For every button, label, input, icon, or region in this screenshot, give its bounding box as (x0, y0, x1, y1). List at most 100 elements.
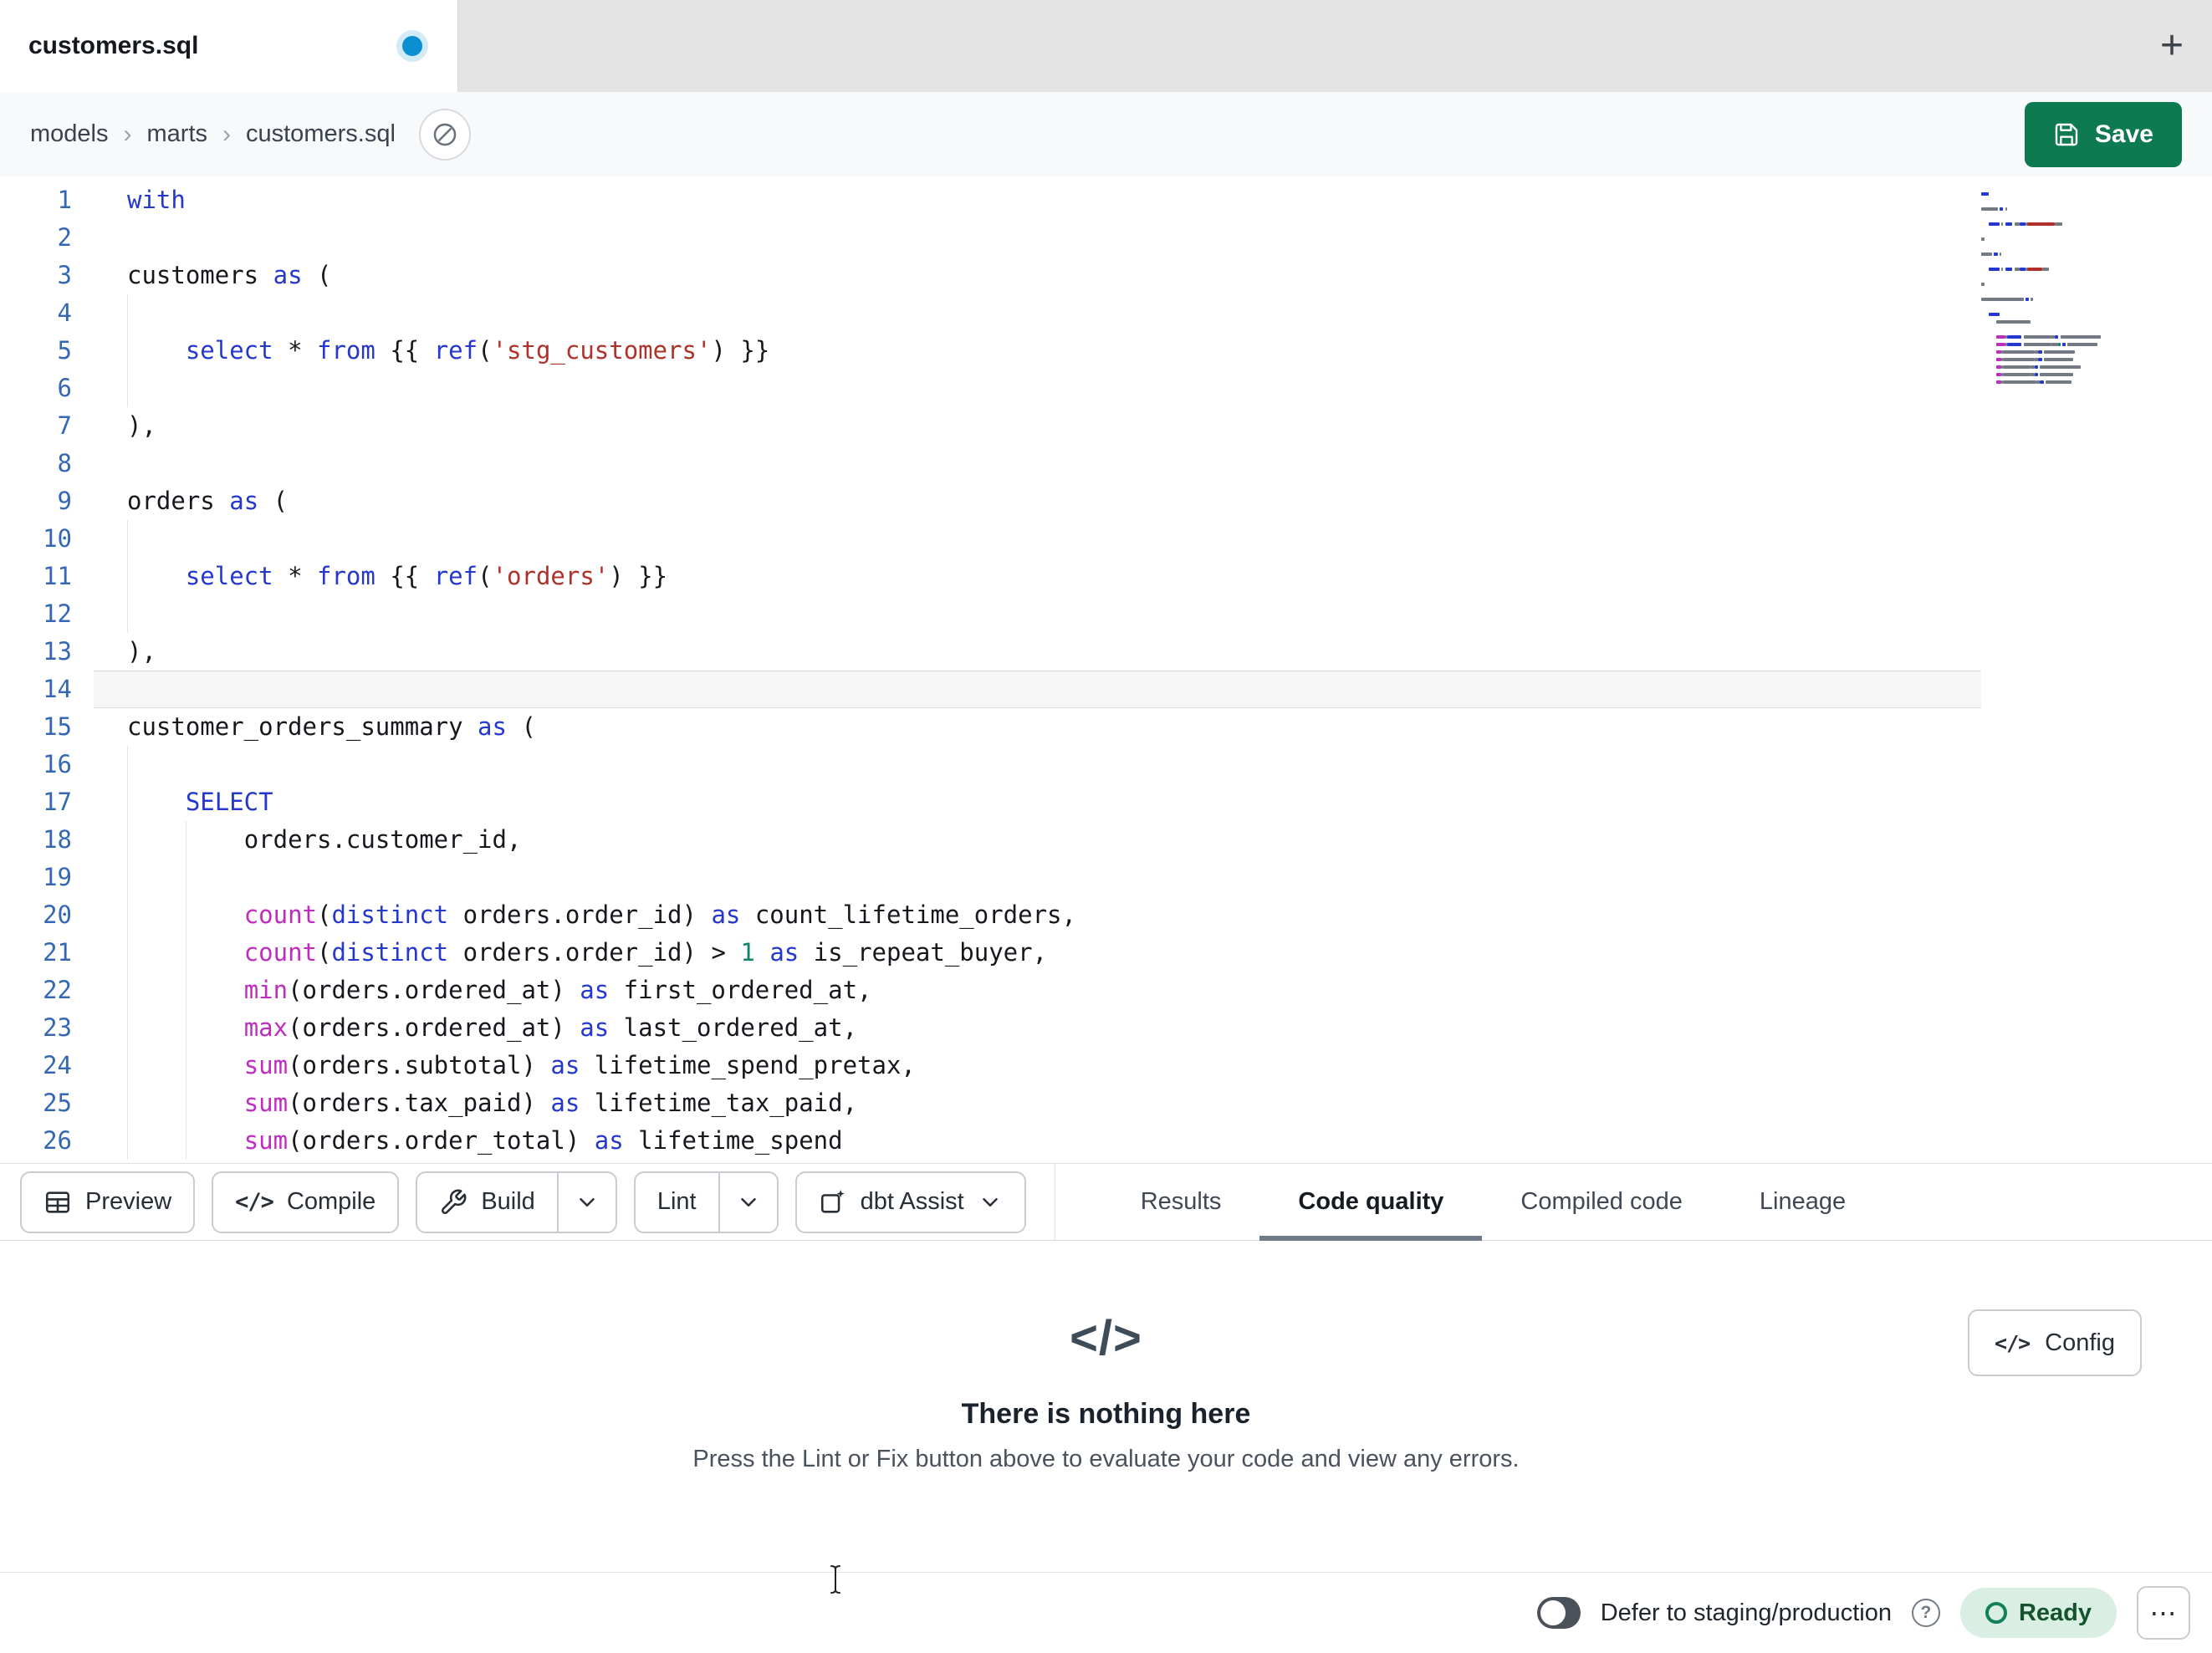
save-button[interactable]: Save (2024, 101, 2182, 167)
code-line-20[interactable]: 20 count(distinct orders.order_id) as co… (0, 896, 2212, 934)
empty-state-title: There is nothing here (961, 1398, 1251, 1430)
minimap-line (1981, 273, 2115, 280)
code-line-5[interactable]: 5 select * from {{ ref('stg_customers') … (0, 332, 2212, 370)
build-button[interactable]: Build (416, 1171, 557, 1233)
save-icon (2055, 123, 2078, 145)
ready-status-badge[interactable]: Ready (1959, 1588, 2117, 1638)
line-content: with (127, 186, 186, 214)
indent-guide (127, 558, 128, 595)
line-number: 20 (43, 900, 72, 929)
dbt-assist-label: dbt Assist (860, 1188, 964, 1215)
indent-guide (127, 859, 128, 896)
line-content: sum(orders.subtotal) as lifetime_spend_p… (94, 1047, 2212, 1084)
new-tab-button[interactable]: + (2160, 0, 2184, 92)
code-line-7[interactable]: 7), (0, 407, 2212, 445)
line-number: 8 (57, 449, 72, 477)
editor-toolbar: Preview </> Compile Build Lint dbt Assist Res… (0, 1163, 2212, 1241)
code-line-11[interactable]: 11 select * from {{ ref('orders') }} (0, 558, 2212, 595)
toggle-knob (1540, 1600, 1566, 1625)
code-line-16[interactable]: 16 (0, 746, 2212, 783)
minimap-line (1981, 370, 2115, 378)
compile-button[interactable]: </> Compile (212, 1171, 400, 1233)
code-line-19[interactable]: 19 (0, 859, 2212, 896)
lint-split-button: Lint (633, 1171, 779, 1233)
code-line-2[interactable]: 2 (0, 219, 2212, 257)
minimap-line (1981, 205, 2115, 212)
code-line-1[interactable]: 1 with (0, 181, 2212, 219)
build-label: Build (481, 1188, 535, 1215)
minimap-line (1981, 220, 2115, 227)
tab-customers-sql[interactable]: customers.sql (0, 0, 458, 92)
code-line-13[interactable]: 13), (0, 633, 2212, 671)
minimap-line (1981, 197, 2115, 205)
line-content (94, 445, 2212, 482)
breadcrumb-item-marts[interactable]: marts (147, 120, 208, 148)
code-line-18[interactable]: 18 orders.customer_id, (0, 821, 2212, 859)
line-number: 24 (43, 1051, 72, 1079)
code-line-9[interactable]: 9 orders as ( (0, 482, 2212, 520)
indent-guide (127, 934, 128, 972)
preview-label: Preview (85, 1188, 172, 1215)
config-button[interactable]: </> Config (1968, 1309, 2142, 1376)
line-content: orders.customer_id, (94, 821, 2212, 859)
code-line-24[interactable]: 24 sum(orders.subtotal) as lifetime_spen… (0, 1047, 2212, 1084)
line-number: 25 (43, 1089, 72, 1117)
more-options-button[interactable]: ⋯ (2137, 1586, 2190, 1640)
build-icon (442, 1189, 467, 1214)
code-line-21[interactable]: 21 count(distinct orders.order_id) > 1 a… (0, 934, 2212, 972)
minimap-line (1981, 212, 2115, 220)
code-line-23[interactable]: 23 max(orders.ordered_at) as last_ordere… (0, 1009, 2212, 1047)
panel-tab-code-quality[interactable]: Code quality (1259, 1164, 1483, 1241)
line-number: 19 (43, 863, 72, 891)
line-number: 13 (43, 637, 72, 666)
code-line-3[interactable]: 3 customers as ( (0, 257, 2212, 294)
code-line-8[interactable]: 8 (0, 445, 2212, 482)
tab-bar: customers.sql + (0, 0, 2212, 92)
tab-title: customers.sql (28, 32, 199, 59)
line-content: orders as ( (127, 487, 289, 515)
file-state-button[interactable] (418, 108, 471, 161)
code-line-26[interactable]: 26 sum(orders.order_total) as lifetime_s… (0, 1122, 2212, 1160)
line-number: 5 (57, 336, 72, 365)
code-editor[interactable]: 1 with 2 3 customers as (4 5 select * from {{… (0, 176, 2212, 1163)
code-line-4[interactable]: 4 (0, 294, 2212, 332)
code-line-17[interactable]: 17 SELECT (0, 783, 2212, 821)
code-lines: 1 with 2 3 customers as (4 5 select * from {{… (0, 176, 2212, 1160)
indent-guide (127, 294, 128, 332)
code-line-14[interactable]: 14 (0, 671, 2212, 708)
line-content: max(orders.ordered_at) as last_ordered_a… (94, 1009, 2212, 1047)
dbt-assist-button[interactable]: dbt Assist (794, 1171, 1026, 1233)
lint-button[interactable]: Lint (633, 1171, 718, 1233)
code-line-22[interactable]: 22 min(orders.ordered_at) as first_order… (0, 972, 2212, 1009)
minimap[interactable] (1981, 190, 2115, 385)
code-line-12[interactable]: 12 (0, 595, 2212, 633)
code-line-10[interactable]: 10 (0, 520, 2212, 558)
code-line-15[interactable]: 15 customer_orders_summary as ( (0, 708, 2212, 746)
line-number: 12 (43, 599, 72, 628)
panel-tab-results[interactable]: Results (1102, 1164, 1260, 1240)
defer-label: Defer to staging/production (1600, 1599, 1892, 1626)
panel-tab-lineage[interactable]: Lineage (1721, 1164, 1884, 1240)
line-number: 14 (43, 675, 72, 703)
code-line-6[interactable]: 6 (0, 370, 2212, 407)
line-number: 10 (43, 524, 72, 553)
build-dropdown-button[interactable] (556, 1171, 617, 1233)
text-cursor-pointer (830, 1565, 840, 1594)
minimap-line (1981, 295, 2115, 303)
line-number: 26 (43, 1126, 72, 1155)
line-number: 16 (43, 750, 72, 778)
minimap-line (1981, 190, 2115, 197)
panel-tab-compiled-code[interactable]: Compiled code (1482, 1164, 1720, 1240)
line-content: count(distinct orders.order_id) as count… (94, 896, 2212, 934)
preview-button[interactable]: Preview (20, 1171, 196, 1233)
line-content: select * from {{ ref('orders') }} (94, 558, 2212, 595)
breadcrumb-item-customers-sql[interactable]: customers.sql (246, 120, 396, 148)
defer-toggle[interactable] (1536, 1597, 1581, 1629)
line-number: 2 (57, 223, 72, 252)
lint-dropdown-button[interactable] (718, 1171, 779, 1233)
help-icon[interactable]: ? (1911, 1599, 1940, 1627)
code-line-25[interactable]: 25 sum(orders.tax_paid) as lifetime_tax_… (0, 1084, 2212, 1122)
indent-guide (127, 520, 128, 558)
indent-guide (127, 332, 128, 370)
breadcrumb-item-models[interactable]: models (30, 120, 109, 148)
